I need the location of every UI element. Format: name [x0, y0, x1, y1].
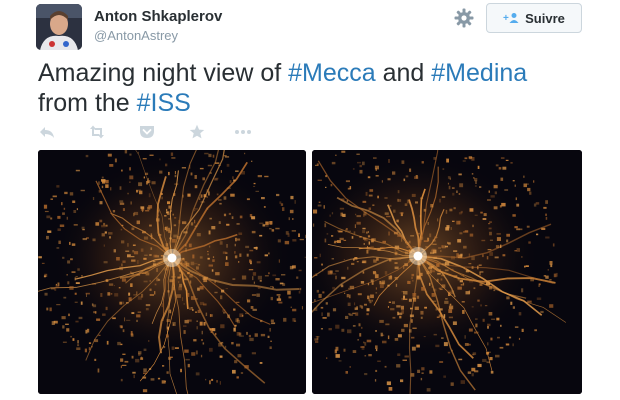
tweet-text-part: and: [375, 59, 432, 87]
tweet-text: Amazing night view of #Mecca and #Medina…: [38, 58, 598, 118]
follow-plus-icon: +: [503, 12, 519, 24]
tweet-photo-mecca[interactable]: [38, 150, 306, 394]
tweet-photo-medina[interactable]: [312, 150, 582, 394]
tweet-text-part: Amazing night view of: [38, 59, 289, 87]
follow-button-label: Suivre: [525, 10, 565, 26]
gear-icon[interactable]: [452, 6, 476, 30]
author-handle[interactable]: @AntonAstrey: [94, 28, 178, 43]
tweet-actions: [38, 122, 252, 142]
follow-button[interactable]: + Suivre: [486, 3, 582, 33]
hashtag-medina[interactable]: #Medina: [431, 59, 527, 87]
reply-icon[interactable]: [38, 123, 56, 141]
retweet-icon[interactable]: [88, 123, 106, 141]
pocket-icon[interactable]: [138, 123, 156, 141]
author-avatar[interactable]: [36, 4, 82, 50]
hashtag-iss[interactable]: #ISS: [137, 89, 191, 117]
author-name[interactable]: Anton Shkaplerov: [94, 8, 222, 25]
hashtag-mecca[interactable]: #Mecca: [288, 59, 376, 87]
more-icon[interactable]: [234, 123, 252, 141]
favorite-icon[interactable]: [188, 123, 206, 141]
tweet-text-part: from the: [38, 89, 137, 117]
svg-text:+: +: [503, 13, 509, 24]
